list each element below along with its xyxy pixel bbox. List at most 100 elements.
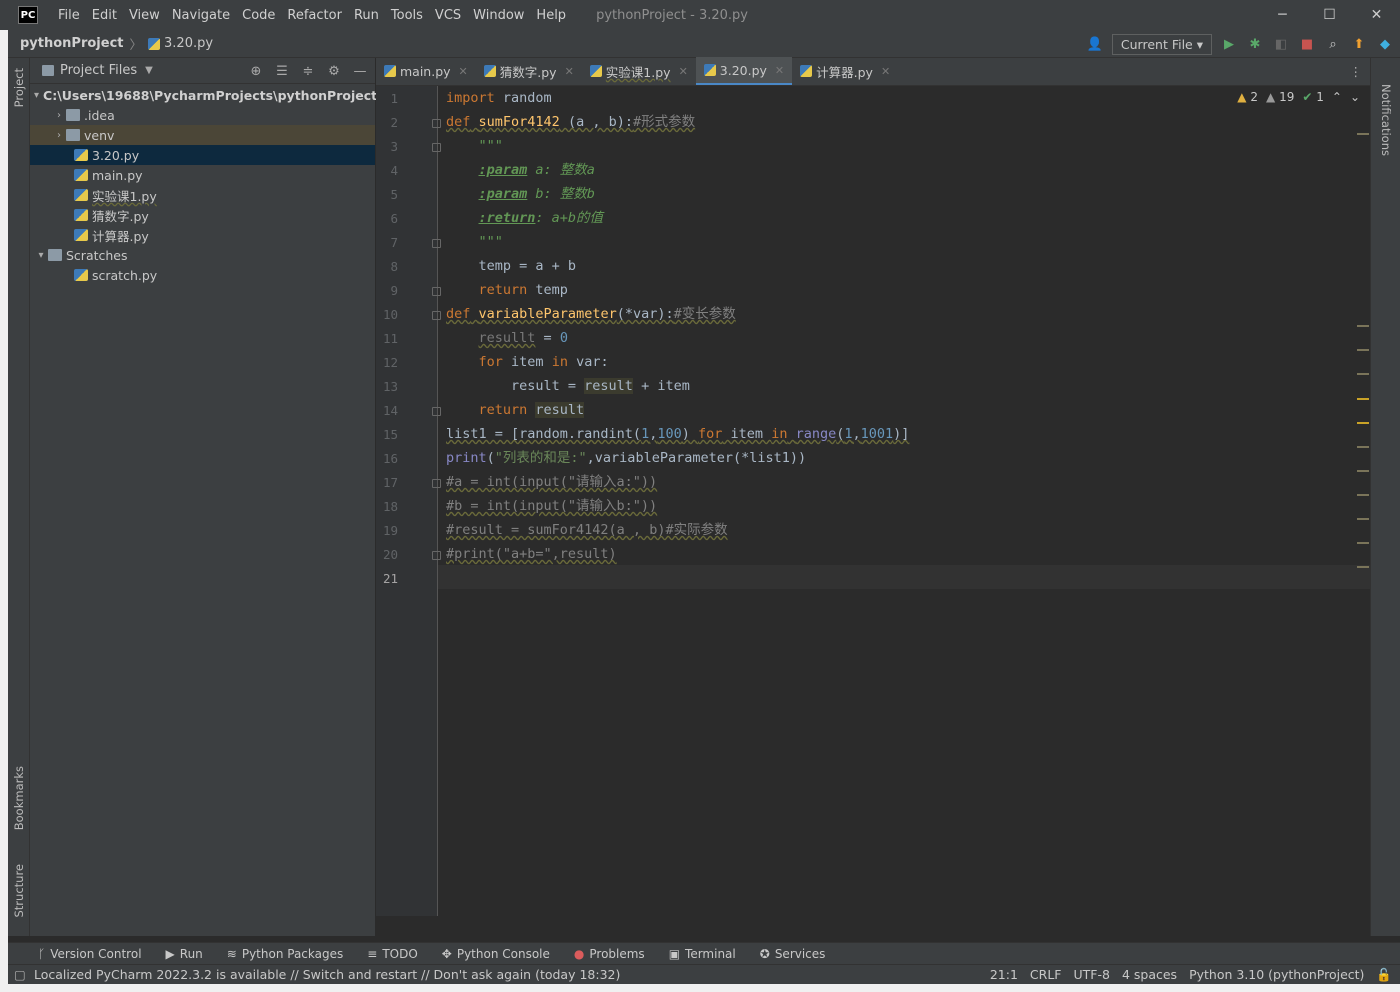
scroll-marker[interactable] (1357, 349, 1369, 351)
problems-tab[interactable]: ● Problems (562, 947, 657, 961)
toggle-tool-windows-icon[interactable]: ▢ (14, 967, 26, 982)
maximize-button[interactable]: ☐ (1306, 0, 1353, 30)
stop-icon[interactable]: ■ (1298, 35, 1316, 53)
menu-navigate[interactable]: Navigate (166, 8, 236, 23)
coverage-icon[interactable]: ◧ (1272, 35, 1290, 53)
close-tab-icon[interactable]: ✕ (459, 65, 468, 78)
tab-main-py[interactable]: main.py ✕ (376, 57, 476, 85)
typo-count[interactable]: ✔ 1 (1302, 90, 1324, 104)
update-icon[interactable]: ⬆ (1350, 35, 1368, 53)
hide-icon[interactable]: — (351, 62, 369, 80)
tree-item-scratches[interactable]: ▾ Scratches (30, 245, 375, 265)
python-packages-tab[interactable]: ≋ Python Packages (215, 947, 355, 961)
project-view-selector[interactable]: Project Files (60, 63, 137, 78)
previous-highlight-icon[interactable]: ⌃ (1332, 90, 1342, 104)
chevron-down-icon[interactable]: ▾ (34, 250, 48, 261)
close-tab-icon[interactable]: ✕ (565, 65, 574, 78)
terminal-tab[interactable]: ▣ Terminal (657, 947, 748, 961)
fold-icon[interactable] (432, 311, 441, 320)
bookmarks-tool-window-tab[interactable]: Bookmarks (12, 766, 26, 830)
menu-refactor[interactable]: Refactor (281, 8, 348, 23)
scroll-marker[interactable] (1357, 518, 1369, 520)
weak-warning-count[interactable]: ▲ 19 (1266, 90, 1294, 104)
fold-icon[interactable] (432, 119, 441, 128)
chevron-right-icon[interactable]: › (52, 130, 66, 141)
menu-help[interactable]: Help (530, 8, 572, 23)
tree-item-experiment1-py[interactable]: 实验课1.py (30, 185, 375, 205)
tree-item-venv[interactable]: › venv (30, 125, 375, 145)
menu-file[interactable]: File (52, 8, 86, 23)
tab-calculator-py[interactable]: 计算器.py ✕ (792, 57, 898, 85)
scroll-marker[interactable] (1357, 373, 1369, 375)
todo-tab[interactable]: ≡ TODO (355, 947, 430, 961)
tree-item-main-py[interactable]: main.py (30, 165, 375, 185)
gear-icon[interactable]: ⚙ (325, 62, 343, 80)
file-encoding[interactable]: UTF-8 (1074, 967, 1110, 983)
run-icon[interactable]: ▶ (1220, 35, 1238, 53)
tree-item-root[interactable]: ▾ C:\Users\19688\PycharmProjects\pythonP… (30, 85, 377, 105)
menu-view[interactable]: View (123, 8, 166, 23)
scroll-marker[interactable] (1357, 542, 1369, 544)
status-message[interactable]: Localized PyCharm 2022.3.2 is available … (34, 967, 620, 982)
tab-experiment1-py[interactable]: 实验课1.py ✕ (582, 57, 696, 85)
scroll-marker[interactable] (1357, 133, 1369, 135)
breadcrumb-file[interactable]: 3.20.py (164, 36, 213, 51)
menu-run[interactable]: Run (348, 8, 385, 23)
fold-icon[interactable] (432, 239, 441, 248)
caret-position[interactable]: 21:1 (990, 967, 1018, 983)
menu-edit[interactable]: Edit (86, 8, 123, 23)
run-tab[interactable]: ▶ Run (154, 947, 215, 961)
menu-vcs[interactable]: VCS (429, 8, 467, 23)
services-tab[interactable]: ✪ Services (748, 947, 838, 961)
scroll-marker[interactable] (1357, 566, 1369, 568)
chevron-down-icon[interactable]: ▼ (145, 65, 153, 76)
tab-guess-number-py[interactable]: 猜数字.py ✕ (476, 57, 582, 85)
tab-menu-icon[interactable]: ⋮ (1350, 64, 1363, 79)
fold-icon[interactable] (432, 407, 441, 416)
code-editor[interactable]: import random def sumFor4142 (a , b):#形式… (446, 86, 1370, 916)
inspection-widget[interactable]: ▲ 2 ▲ 19 ✔ 1 ⌃ ⌄ (1237, 90, 1360, 104)
close-tab-icon[interactable]: ✕ (881, 65, 890, 78)
menu-tools[interactable]: Tools (385, 8, 429, 23)
notifications-tool-window-tab[interactable]: Notifications (1379, 84, 1393, 156)
scroll-marker[interactable] (1357, 325, 1369, 327)
lock-icon[interactable]: 🔓 (1376, 967, 1392, 983)
fold-icon[interactable] (432, 479, 441, 488)
collapse-all-icon[interactable]: ≑ (299, 62, 317, 80)
menu-window[interactable]: Window (467, 8, 530, 23)
close-tab-icon[interactable]: ✕ (775, 64, 784, 77)
fold-icon[interactable] (432, 143, 441, 152)
version-control-tab[interactable]: ᚴ Version Control (8, 947, 154, 961)
scroll-marker[interactable] (1357, 470, 1369, 472)
breadcrumb-project[interactable]: pythonProject (20, 36, 124, 51)
tree-item-idea[interactable]: › .idea (30, 105, 375, 125)
tree-item-3-20-py[interactable]: 3.20.py (30, 145, 375, 165)
minimize-button[interactable]: ─ (1259, 0, 1306, 30)
chevron-right-icon[interactable]: › (52, 110, 66, 121)
user-icon[interactable]: 👤 (1086, 35, 1104, 53)
run-configuration-select[interactable]: Current File ▾ (1111, 33, 1212, 55)
structure-tool-window-tab[interactable]: Structure (12, 864, 26, 918)
debug-icon[interactable]: ✱ (1246, 35, 1264, 53)
project-tool-window-tab[interactable]: Project (12, 68, 26, 107)
python-console-tab[interactable]: ✥ Python Console (430, 947, 562, 961)
jetbrains-toolbox-icon[interactable]: ◆ (1376, 35, 1394, 53)
tree-item-scratch-py[interactable]: scratch.py (30, 265, 375, 285)
indent-setting[interactable]: 4 spaces (1122, 967, 1177, 983)
search-icon[interactable]: ⌕ (1324, 35, 1342, 53)
tab-3-20-py[interactable]: 3.20.py ✕ (695, 57, 793, 85)
close-button[interactable]: ✕ (1353, 0, 1400, 30)
expand-all-icon[interactable]: ☰ (273, 62, 291, 80)
fold-icon[interactable] (432, 287, 441, 296)
close-tab-icon[interactable]: ✕ (679, 65, 688, 78)
scroll-marker[interactable] (1357, 446, 1369, 448)
tree-item-calculator-py[interactable]: 计算器.py (30, 225, 375, 245)
scroll-marker[interactable] (1357, 398, 1369, 400)
line-separator[interactable]: CRLF (1030, 967, 1062, 983)
chevron-down-icon[interactable]: ▾ (34, 90, 39, 101)
fold-icon[interactable] (432, 551, 441, 560)
warning-count[interactable]: ▲ 2 (1237, 90, 1258, 104)
scroll-marker[interactable] (1357, 494, 1369, 496)
locate-icon[interactable]: ⊕ (247, 62, 265, 80)
menu-code[interactable]: Code (236, 8, 281, 23)
